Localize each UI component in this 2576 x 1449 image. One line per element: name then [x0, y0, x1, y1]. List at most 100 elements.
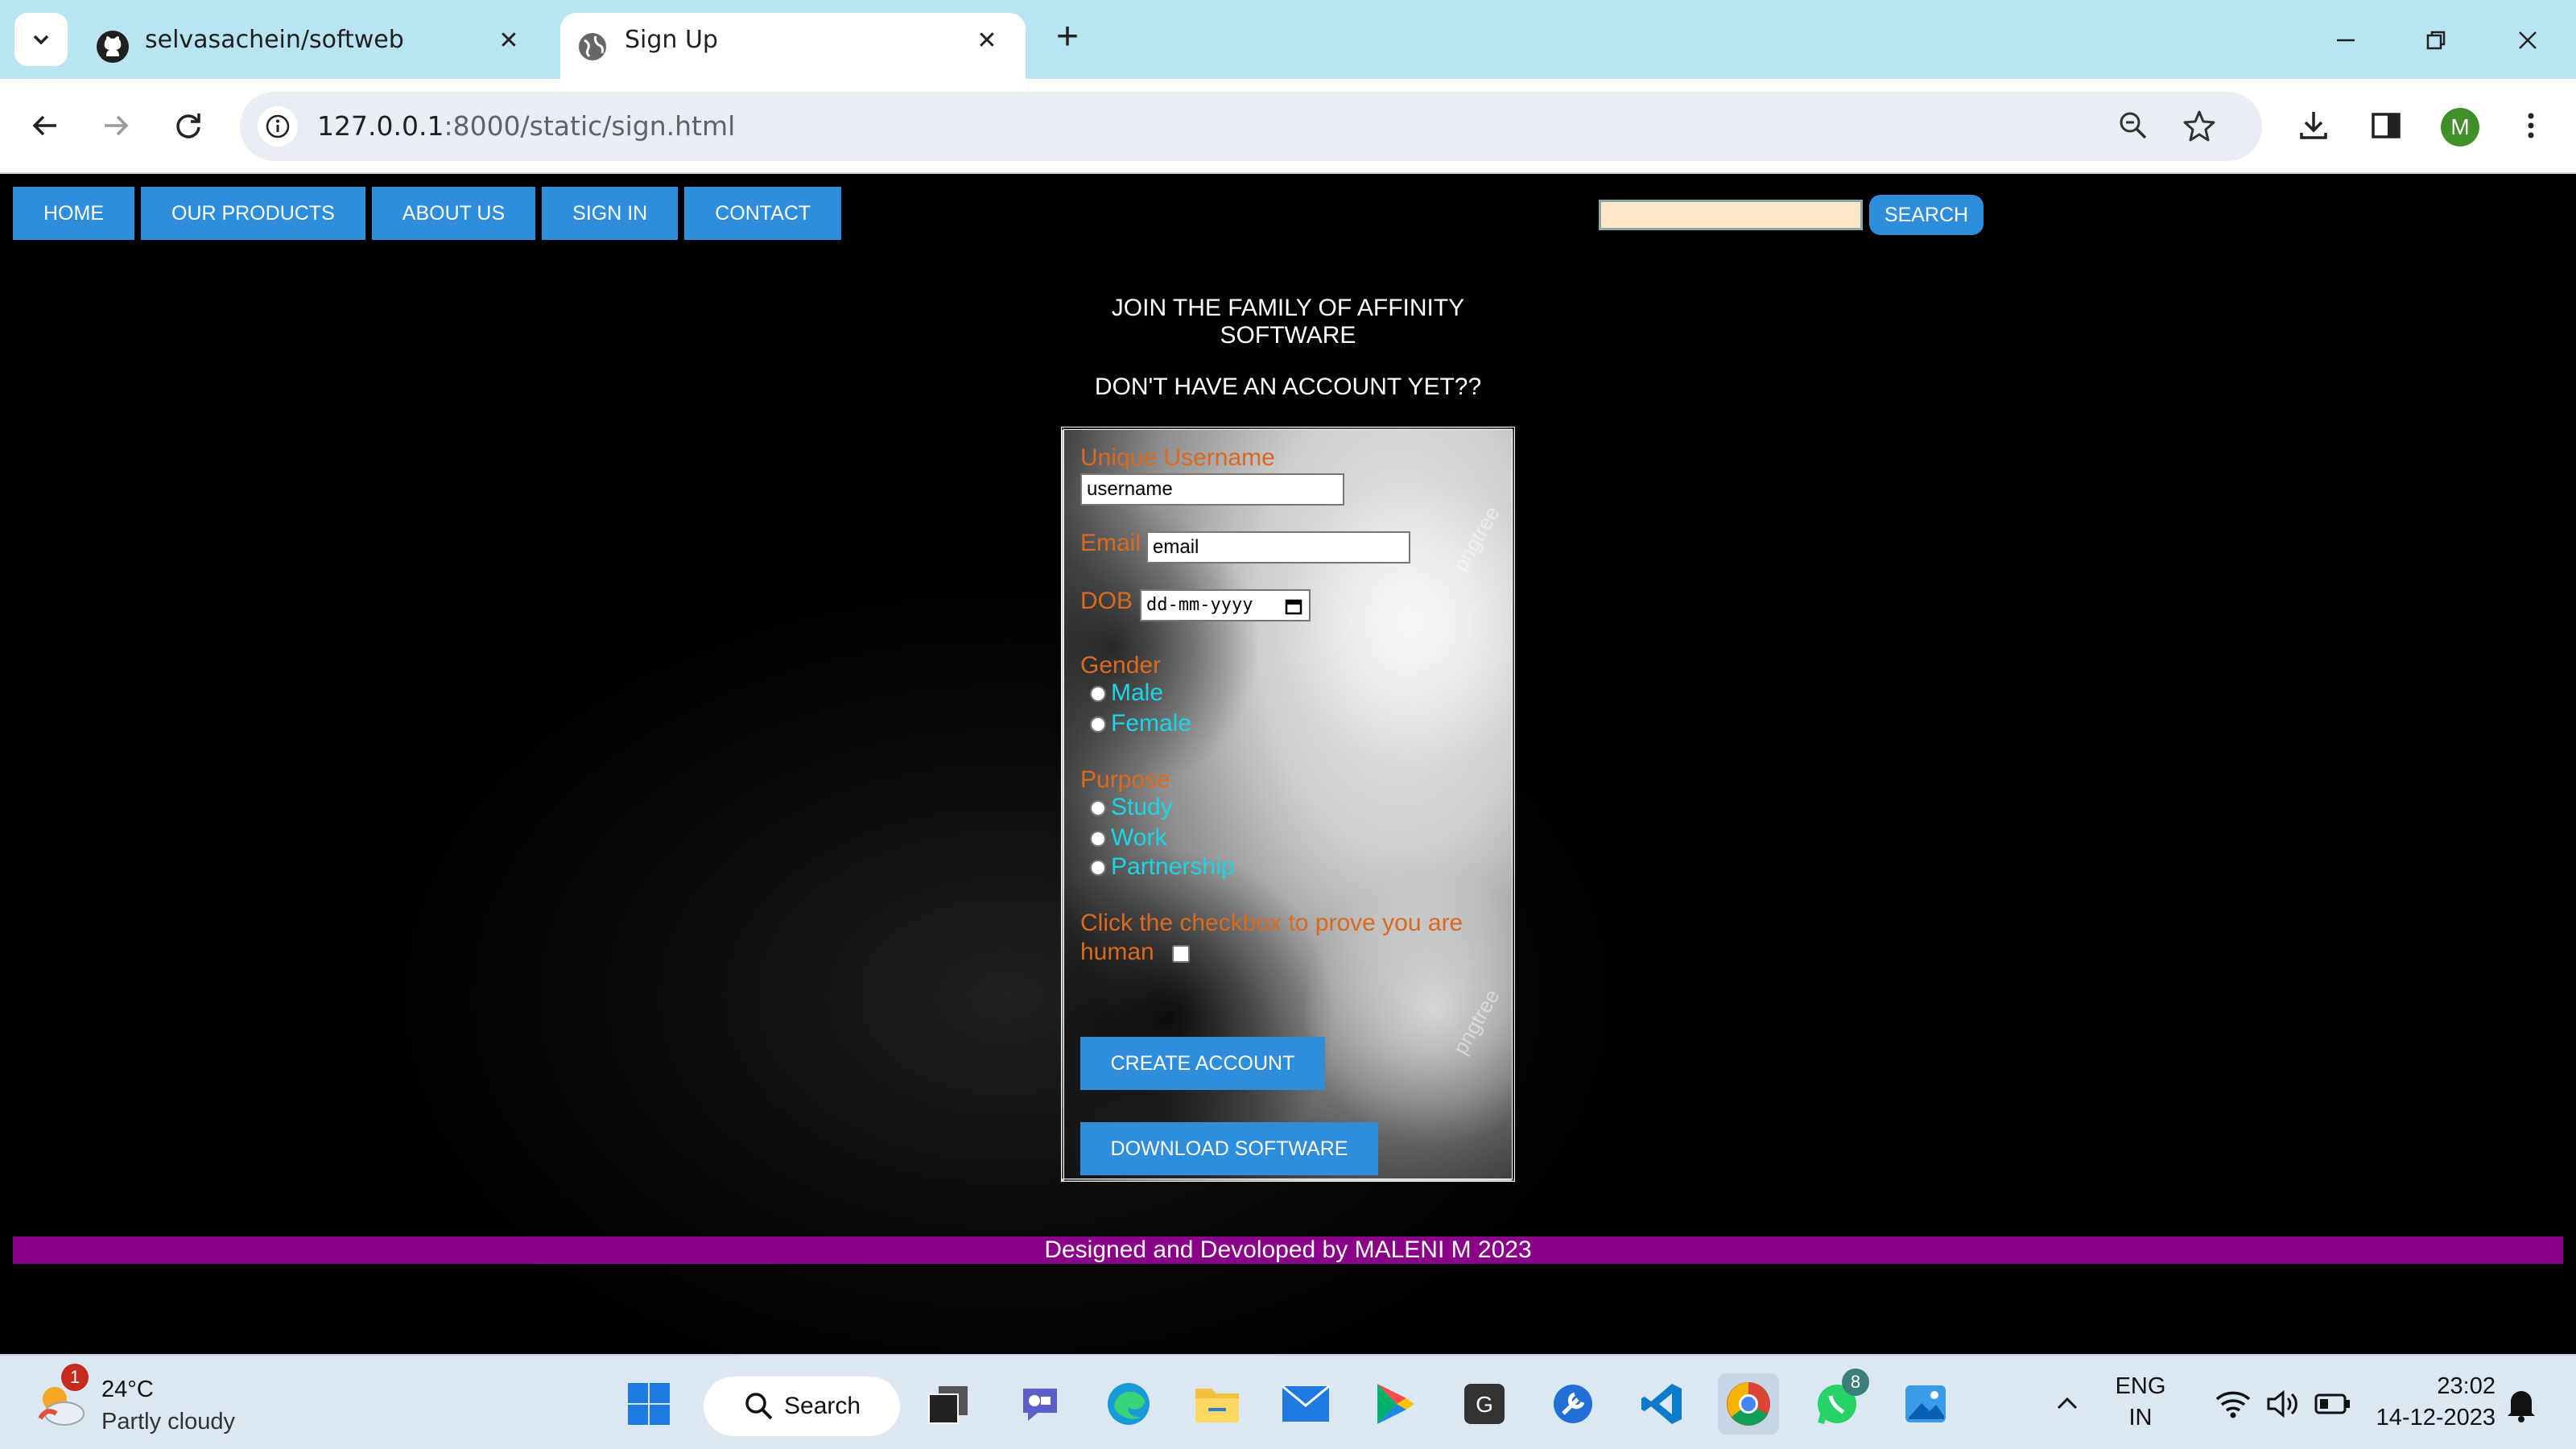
purpose-work-radio[interactable]: [1090, 831, 1106, 847]
reload-button[interactable]: [164, 101, 213, 150]
username-field[interactable]: username: [1080, 473, 1344, 506]
arrow-right-icon: [105, 115, 129, 136]
human-check-label-2: human: [1080, 939, 1154, 965]
minimize-icon: [2337, 39, 2355, 42]
taskbar: 1 24°C Partly cloudy Search G 8 ENG IN 2…: [0, 1354, 2576, 1449]
taskbar-search-label: Search: [784, 1393, 861, 1419]
human-checkbox[interactable]: [1172, 945, 1190, 963]
tab-search-button[interactable]: [14, 13, 68, 66]
url-text: 127.0.0.1:8000/static/sign.html: [317, 92, 735, 161]
close-tab-icon[interactable]: ✕: [493, 24, 525, 56]
close-tab-icon[interactable]: ✕: [971, 24, 1003, 56]
search-button[interactable]: SEARCH: [1869, 195, 1984, 235]
close-window-button[interactable]: [2504, 16, 2552, 64]
photos-icon[interactable]: [1895, 1373, 1956, 1435]
zoom-icon[interactable]: [2109, 101, 2157, 150]
search-input[interactable]: [1599, 200, 1863, 230]
more-menu-icon[interactable]: [2507, 101, 2555, 150]
remote-tool-icon[interactable]: [1542, 1373, 1604, 1435]
chevron-up-icon: [2057, 1397, 2078, 1410]
downloads-icon[interactable]: [2289, 101, 2338, 150]
quick-settings[interactable]: [2186, 1373, 2380, 1435]
site-nav: HOME OUR PRODUCTS ABOUT US SIGN IN CONTA…: [13, 187, 848, 240]
tab-sign-up[interactable]: Sign Up ✕: [560, 13, 1026, 79]
dob-label: DOB: [1080, 588, 1133, 614]
reload-icon: [176, 114, 200, 138]
back-button[interactable]: [21, 101, 69, 150]
restore-icon: [2426, 31, 2446, 50]
page-title-line-1: JOIN THE FAMILY OF AFFINITY: [1111, 295, 1465, 321]
chevron-down-icon: [33, 35, 49, 45]
taskbar-search[interactable]: Search: [704, 1377, 900, 1436]
weather-widget[interactable]: 1 24°C Partly cloudy: [32, 1364, 290, 1439]
purpose-label: Purpose: [1080, 766, 1170, 793]
human-check-label: Click the checkbox to prove you are: [1080, 910, 1463, 936]
tab-github[interactable]: selvasachein/softweb ✕: [80, 13, 547, 79]
notifications-bell-icon[interactable]: [2491, 1373, 2552, 1435]
site-info-icon[interactable]: [258, 106, 298, 147]
nav-our-products[interactable]: OUR PRODUCTS: [141, 187, 365, 240]
volume-icon: [2267, 1389, 2297, 1418]
arrow-left-icon: [32, 115, 56, 136]
username-label: Unique Username: [1080, 444, 1275, 471]
app-g-icon[interactable]: G: [1454, 1373, 1515, 1435]
whatsapp-icon[interactable]: 8: [1806, 1368, 1869, 1435]
close-icon: [2519, 31, 2537, 49]
nav-contact[interactable]: CONTACT: [684, 187, 842, 240]
language-indicator[interactable]: ENG IN: [2104, 1373, 2177, 1431]
side-panel-icon[interactable]: [2362, 101, 2410, 150]
profile-avatar[interactable]: M: [2441, 108, 2479, 147]
search-icon: [745, 1393, 773, 1420]
gender-male-radio[interactable]: [1090, 686, 1106, 702]
play-store-icon[interactable]: [1364, 1373, 1425, 1435]
dob-placeholder: dd-mm-yyyy: [1146, 595, 1253, 615]
language-line2: IN: [2128, 1405, 2153, 1430]
whatsapp-badge: 8: [1842, 1368, 1869, 1396]
dob-field[interactable]: dd-mm-yyyy: [1140, 589, 1311, 621]
download-software-button[interactable]: DOWNLOAD SOFTWARE: [1080, 1122, 1378, 1175]
vscode-icon[interactable]: [1631, 1373, 1692, 1435]
tab-title: selvasachein/softweb: [145, 26, 404, 54]
address-bar[interactable]: 127.0.0.1:8000/static/sign.html: [240, 92, 2262, 161]
new-tab-button[interactable]: +: [1046, 18, 1088, 60]
weather-condition: Partly cloudy: [101, 1409, 236, 1435]
purpose-study-radio[interactable]: [1090, 800, 1106, 816]
chrome-icon[interactable]: [1718, 1373, 1779, 1435]
restore-button[interactable]: [2412, 16, 2460, 64]
gender-female-radio[interactable]: [1090, 716, 1106, 733]
teams-chat-icon[interactable]: [1009, 1373, 1071, 1435]
windows-logo-icon: [628, 1383, 670, 1425]
minimize-button[interactable]: [2322, 16, 2370, 64]
weather-badge: 1: [61, 1364, 89, 1391]
globe-icon: [579, 33, 606, 60]
signup-form: pngtree pngtree Unique Username username…: [1061, 427, 1515, 1182]
nav-sign-in[interactable]: SIGN IN: [542, 187, 679, 240]
create-account-button[interactable]: CREATE ACCOUNT: [1080, 1037, 1325, 1090]
mail-icon[interactable]: [1275, 1373, 1336, 1435]
forward-button[interactable]: [92, 101, 140, 150]
gender-female-label: Female: [1111, 710, 1192, 737]
nav-home[interactable]: HOME: [13, 187, 134, 240]
purpose-partnership-radio[interactable]: [1090, 860, 1106, 876]
calendar-icon[interactable]: [1285, 597, 1302, 615]
clock[interactable]: 23:02 14-12-2023: [2359, 1373, 2496, 1431]
url-host: 127.0.0.1: [317, 110, 444, 142]
page-subtitle: DON'T HAVE AN ACCOUNT YET??: [1094, 374, 1482, 400]
start-button[interactable]: [618, 1373, 679, 1435]
tab-strip: selvasachein/softweb ✕ Sign Up ✕ +: [0, 0, 2576, 79]
edge-icon[interactable]: [1098, 1373, 1159, 1435]
wifi-icon: [2215, 1391, 2251, 1418]
bookmark-star-icon[interactable]: [2175, 101, 2223, 150]
tab-title: Sign Up: [625, 26, 718, 54]
purpose-work-label: Work: [1111, 824, 1167, 851]
task-view-icon[interactable]: [918, 1373, 979, 1435]
show-hidden-icons[interactable]: [2037, 1373, 2098, 1435]
github-icon: [97, 31, 129, 63]
purpose-study-label: Study: [1111, 794, 1173, 820]
clock-date: 14-12-2023: [2376, 1405, 2496, 1430]
nav-about-us[interactable]: ABOUT US: [371, 187, 536, 240]
email-field[interactable]: email: [1146, 531, 1410, 564]
clock-time: 23:02: [2437, 1373, 2496, 1399]
file-explorer-icon[interactable]: [1187, 1373, 1248, 1435]
gender-label: Gender: [1080, 652, 1162, 679]
